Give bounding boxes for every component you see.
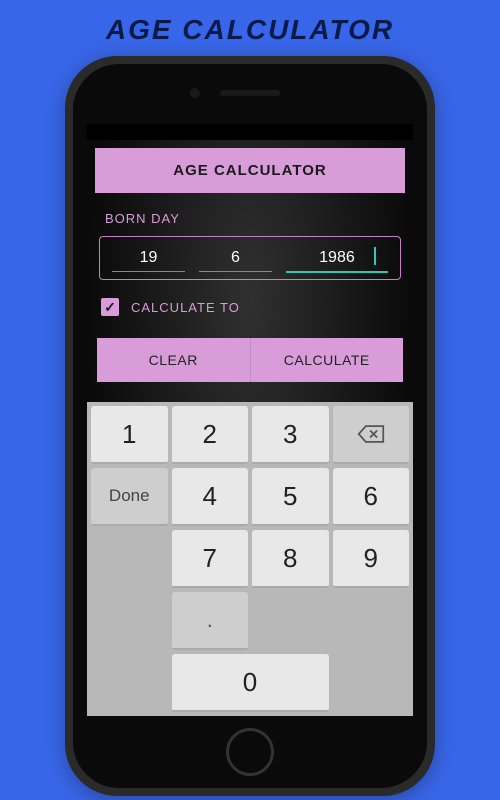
home-button[interactable] (226, 728, 274, 776)
key-9[interactable]: 9 (333, 530, 410, 588)
key-5[interactable]: 5 (252, 468, 329, 526)
key-3[interactable]: 3 (252, 406, 329, 464)
app-header: AGE CALCULATOR (95, 148, 405, 193)
calculate-to-label: CALCULATE TO (131, 300, 240, 315)
phone-bezel: AGE CALCULATOR BORN DAY ✓ CALCULATE (73, 64, 427, 788)
page-title: AGE CALCULATOR (0, 0, 500, 56)
app-screen: AGE CALCULATOR BORN DAY ✓ CALCULATE (87, 124, 413, 716)
key-done[interactable]: Done (91, 468, 168, 526)
key-4[interactable]: 4 (172, 468, 249, 526)
year-field[interactable] (286, 245, 388, 273)
calculate-to-row[interactable]: ✓ CALCULATE TO (87, 280, 413, 334)
day-field[interactable] (112, 245, 185, 273)
backspace-icon (357, 424, 385, 444)
key-dot[interactable]: . (172, 592, 249, 650)
born-date-row (99, 236, 401, 280)
day-input[interactable] (112, 245, 185, 272)
calculate-to-checkbox[interactable]: ✓ (101, 298, 119, 316)
numeric-keyboard: 123456 Done789.0 (87, 402, 413, 716)
year-input[interactable] (286, 245, 388, 273)
check-icon: ✓ (104, 299, 116, 316)
status-bar (87, 124, 413, 140)
key-0[interactable]: 0 (172, 654, 329, 712)
calculate-button[interactable]: CALCULATE (250, 338, 404, 382)
month-field[interactable] (199, 245, 272, 273)
text-cursor (374, 247, 376, 265)
key-1[interactable]: 1 (91, 406, 168, 464)
action-buttons: CLEAR CALCULATE (97, 338, 403, 382)
key-2[interactable]: 2 (172, 406, 249, 464)
born-day-label: BORN DAY (87, 193, 413, 236)
clear-button[interactable]: CLEAR (97, 338, 250, 382)
camera-dot (190, 88, 200, 98)
key-8[interactable]: 8 (252, 530, 329, 588)
key-6[interactable]: 6 (333, 468, 410, 526)
speaker-slot (220, 90, 280, 96)
key-backspace[interactable] (333, 406, 410, 464)
key-7[interactable]: 7 (172, 530, 249, 588)
phone-frame: AGE CALCULATOR BORN DAY ✓ CALCULATE (65, 56, 435, 796)
month-input[interactable] (199, 245, 272, 272)
